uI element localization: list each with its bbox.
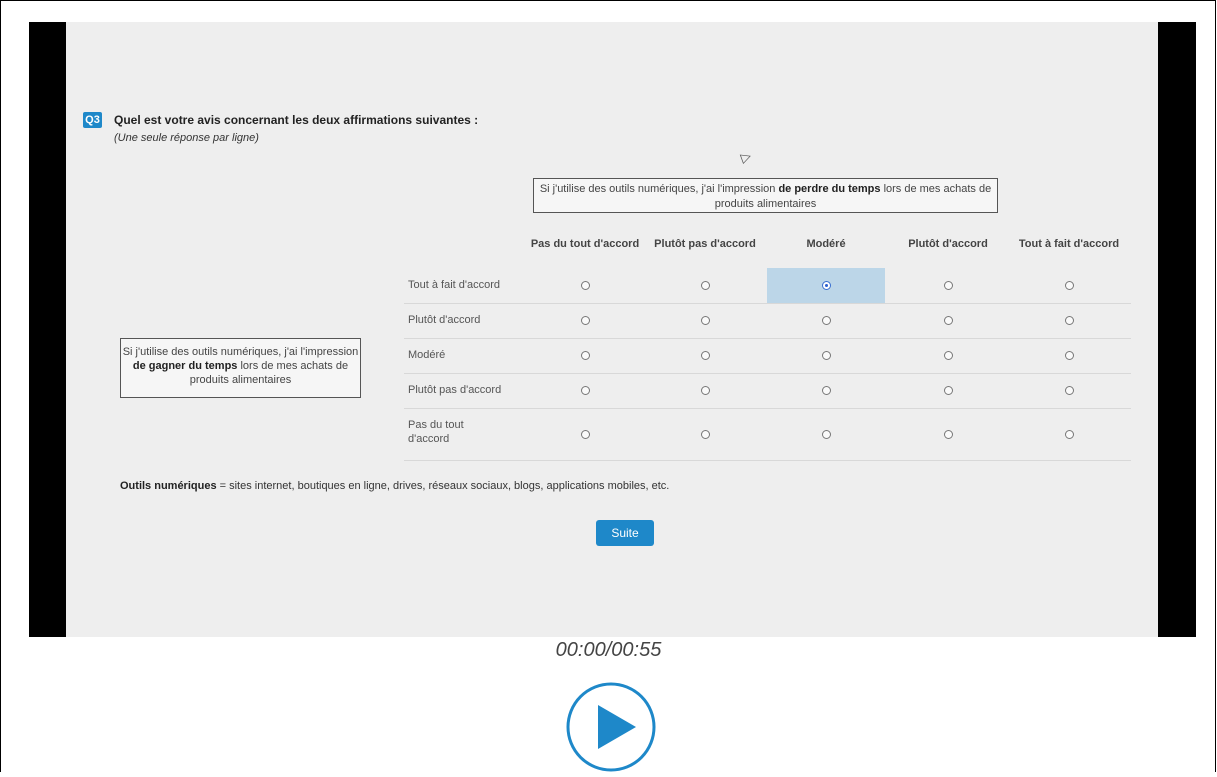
radio-button[interactable] — [580, 281, 590, 290]
radio-button[interactable] — [1064, 281, 1074, 290]
question-subtitle: (Une seule réponse par ligne) — [114, 132, 259, 144]
radio-button[interactable] — [580, 351, 590, 360]
radio-button[interactable] — [943, 316, 953, 325]
top-statement-pre: Si j'utilise des outils numériques, j'ai… — [539, 183, 779, 195]
radio-button[interactable] — [580, 429, 590, 439]
column-header: Modéré — [806, 237, 846, 250]
radio-button[interactable] — [943, 351, 953, 360]
table-row: Pas du tout d'accord — [404, 408, 1131, 461]
radio-button[interactable] — [700, 429, 710, 439]
radio-cell[interactable] — [526, 373, 644, 408]
radio-cell[interactable] — [646, 268, 764, 303]
radio-cell[interactable] — [889, 408, 1007, 460]
top-statement-box: Si j'utilise des outils numériques, j'ai… — [533, 178, 998, 213]
radio-button[interactable] — [943, 386, 953, 395]
radio-cell[interactable] — [767, 303, 885, 338]
radio-cell[interactable] — [1010, 303, 1128, 338]
radio-button[interactable] — [1064, 351, 1074, 360]
top-statement-bold: de perdre du temps — [778, 183, 881, 195]
radio-button[interactable] — [580, 386, 590, 395]
column-header: Tout à fait d'accord — [1018, 237, 1120, 250]
radio-button[interactable] — [580, 316, 590, 325]
radio-cell[interactable] — [646, 373, 764, 408]
radio-button[interactable] — [700, 281, 710, 290]
radio-cell[interactable] — [1010, 408, 1128, 460]
radio-cell[interactable] — [526, 338, 644, 373]
radio-button[interactable] — [821, 386, 831, 395]
radio-cell[interactable] — [889, 373, 1007, 408]
column-header: Pas du tout d'accord — [530, 237, 640, 250]
radio-cell[interactable] — [526, 408, 644, 460]
table-row: Plutôt d'accord — [404, 303, 1131, 339]
radio-cell[interactable] — [526, 303, 644, 338]
radio-button[interactable] — [943, 281, 953, 290]
play-icon — [566, 682, 656, 772]
footnote-definition: = sites internet, boutiques en ligne, dr… — [216, 480, 670, 492]
suite-button[interactable]: Suite — [596, 520, 654, 546]
radio-cell[interactable] — [767, 338, 885, 373]
table-row: Modéré — [404, 338, 1131, 374]
footnote: Outils numériques = sites internet, bout… — [120, 480, 669, 492]
left-statement-pre: Si j'utilise des outils numériques, j'ai… — [122, 346, 359, 358]
question-title: Quel est votre avis concernant les deux … — [114, 113, 479, 127]
footnote-term: Outils numériques — [120, 480, 217, 492]
radio-button[interactable] — [1064, 316, 1074, 325]
radio-button[interactable] — [821, 316, 831, 325]
radio-button[interactable] — [821, 429, 831, 439]
radio-button[interactable] — [700, 351, 710, 360]
radio-button[interactable] — [1064, 429, 1074, 439]
question-badge: Q3 — [83, 112, 102, 128]
radio-button[interactable] — [1064, 386, 1074, 395]
radio-button[interactable] — [821, 281, 831, 290]
row-label: Modéré — [408, 349, 446, 361]
radio-cell[interactable] — [646, 303, 764, 338]
radio-cell[interactable] — [767, 268, 885, 303]
radio-cell[interactable] — [1010, 338, 1128, 373]
radio-cell[interactable] — [1010, 268, 1128, 303]
radio-cell[interactable] — [646, 338, 764, 373]
column-header: Plutôt d'accord — [908, 237, 988, 250]
playback-time: 00:00/00:55 — [555, 639, 662, 661]
table-row: Tout à fait d'accord — [404, 268, 1131, 304]
radio-cell[interactable] — [889, 268, 1007, 303]
radio-button[interactable] — [700, 316, 710, 325]
row-label: Plutôt d'accord — [408, 314, 481, 326]
radio-cell[interactable] — [889, 303, 1007, 338]
radio-button[interactable] — [700, 386, 710, 395]
table-row: Plutôt pas d'accord — [404, 373, 1131, 409]
radio-cell[interactable] — [889, 338, 1007, 373]
row-label: Pas du tout d'accord — [408, 419, 464, 445]
radio-button[interactable] — [821, 351, 831, 360]
column-header: Plutôt pas d'accord — [654, 237, 756, 250]
radio-cell[interactable] — [767, 373, 885, 408]
left-statement-bold: de gagner du temps — [132, 360, 238, 372]
mouse-cursor-icon: ▷ — [738, 147, 754, 166]
radio-cell[interactable] — [1010, 373, 1128, 408]
row-label: Tout à fait d'accord — [408, 279, 500, 291]
play-button[interactable] — [566, 682, 656, 772]
radio-cell[interactable] — [767, 408, 885, 460]
radio-cell[interactable] — [526, 268, 644, 303]
row-label: Plutôt pas d'accord — [408, 384, 502, 396]
left-statement-box: Si j'utilise des outils numériques, j'ai… — [120, 338, 361, 398]
radio-button[interactable] — [943, 429, 953, 439]
radio-cell[interactable] — [646, 408, 764, 460]
survey-slide: Q3 Quel est votre avis concernant les de… — [66, 22, 1158, 637]
